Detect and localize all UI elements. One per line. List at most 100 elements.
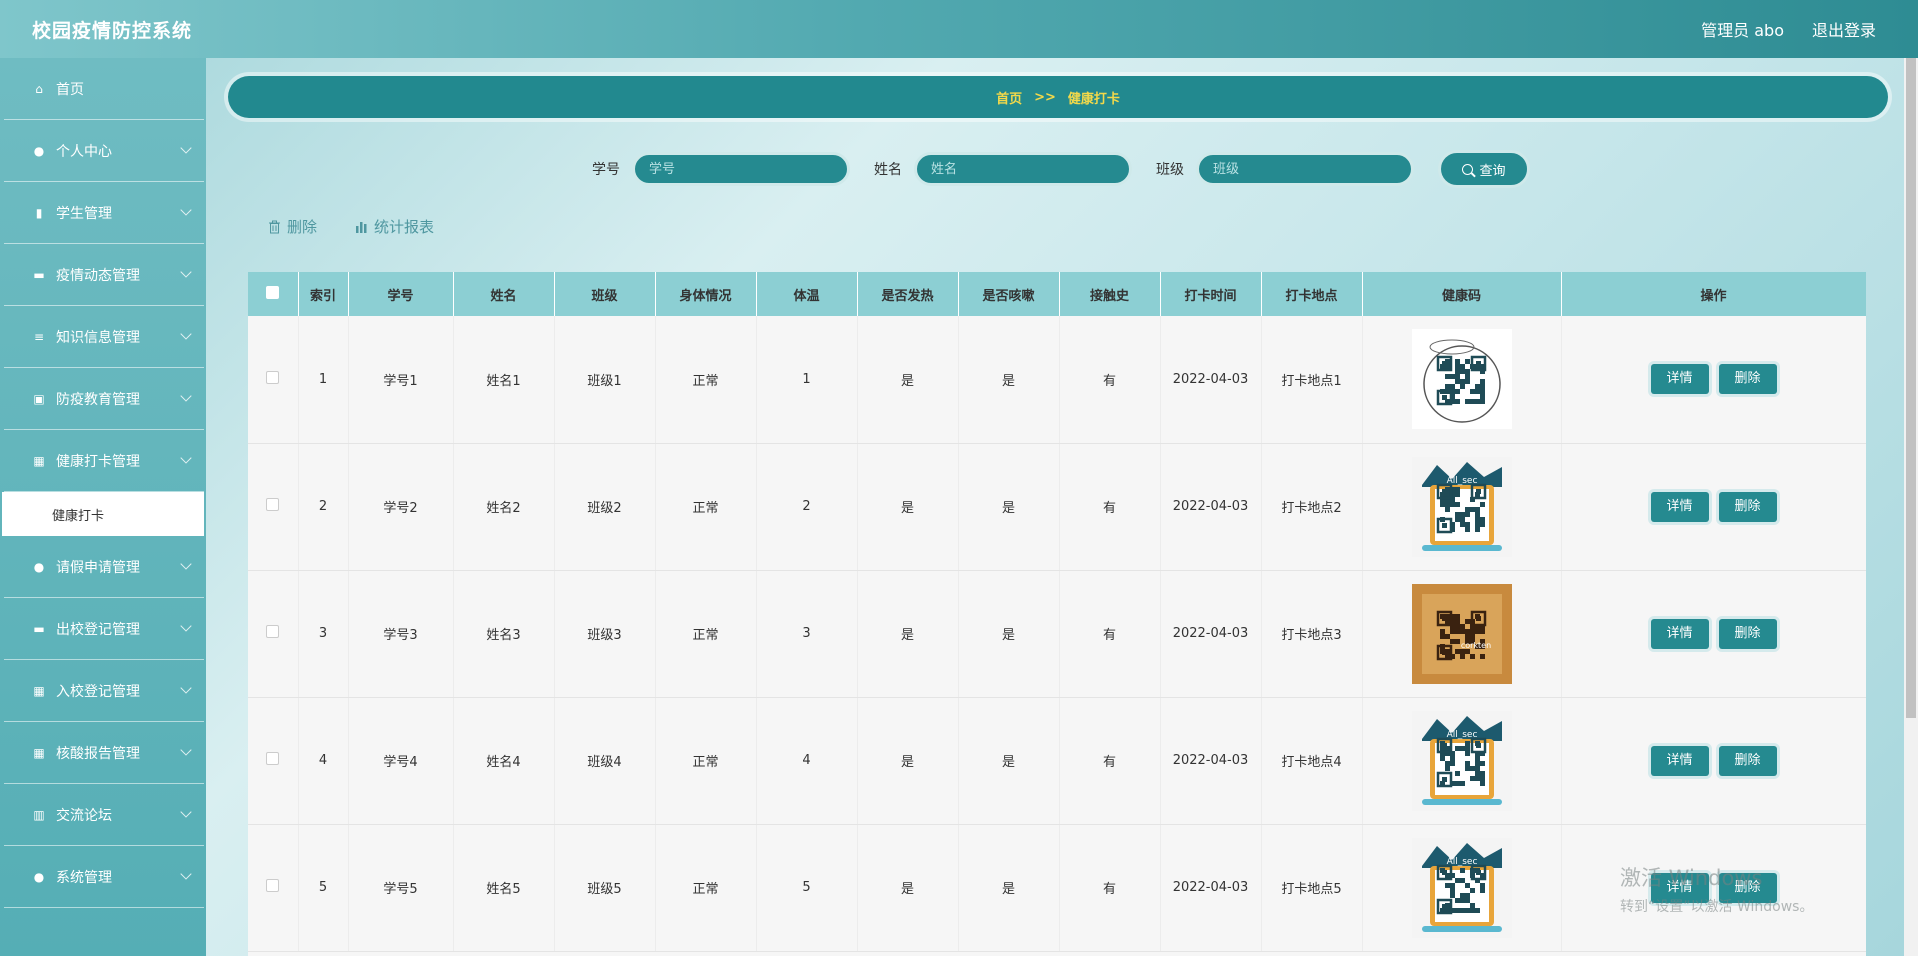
row-delete-button[interactable]: 删除	[1718, 491, 1777, 522]
class-input[interactable]	[1196, 152, 1414, 186]
sidebar-item[interactable]: ▣ 防疫教育管理	[4, 368, 204, 430]
row-select-cell[interactable]	[248, 316, 299, 444]
chevron-down-icon	[180, 266, 192, 278]
cell-cls: 班级3	[554, 570, 656, 698]
sidebar-item[interactable]: ⌂ 首页	[4, 58, 204, 120]
sidebar-item-label: 首页	[56, 81, 84, 98]
sidebar-item-label: 交流论坛	[56, 807, 112, 824]
list-icon: ≡	[33, 329, 45, 344]
cell-operations: 详情 删除	[1561, 316, 1866, 444]
sidebar-item-label: 健康打卡管理	[56, 453, 140, 470]
main-content: 首页 >> 健康打卡 学号 姓名 班级 查询 删除	[206, 58, 1906, 956]
column-header: 是否咳嗽	[958, 272, 1060, 316]
page-scrollbar[interactable]	[1904, 58, 1918, 956]
row-checkbox[interactable]	[266, 498, 280, 511]
sidebar-item[interactable]: ▬ 出校登记管理	[4, 598, 204, 660]
detail-button[interactable]: 详情	[1650, 364, 1709, 395]
delete-label: 删除	[287, 218, 318, 236]
watermark-line2: 转到“设置”以激活 Windows。	[1620, 899, 1814, 915]
sidebar-item[interactable]: ▦ 入校登记管理	[4, 660, 204, 722]
sidebar-subitem-health-checkin[interactable]: 健康打卡	[2, 492, 204, 536]
cell-health-code: All_sec	[1362, 443, 1562, 571]
sidebar-item-label: 出校登记管理	[56, 621, 140, 638]
sidebar-item[interactable]: ▮ 学生管理	[4, 182, 204, 244]
sidebar-item[interactable]: ● 个人中心	[4, 120, 204, 182]
sidebar-item-label: 系统管理	[56, 869, 112, 886]
chevron-down-icon	[180, 682, 192, 694]
row-select-cell[interactable]	[248, 697, 299, 825]
sidebar-item[interactable]: ● 系统管理	[4, 846, 204, 908]
student-id-input[interactable]	[632, 152, 850, 186]
cell-contact: 有	[1059, 697, 1161, 825]
sidebar-item[interactable]: ▦ 健康打卡管理	[4, 430, 204, 492]
cell-health-code: corkten	[1362, 570, 1562, 698]
cell-time: 2022-04-03	[1160, 570, 1262, 698]
row-delete-button[interactable]: 删除	[1718, 745, 1777, 776]
statistics-report-label: 统计报表	[374, 218, 435, 236]
sidebar-item[interactable]: ▥ 交流论坛	[4, 784, 204, 846]
svg-text:All_sec: All_sec	[1446, 730, 1477, 740]
user-icon: ●	[33, 143, 45, 158]
detail-button[interactable]: 详情	[1650, 491, 1709, 522]
row-select-cell[interactable]	[248, 824, 299, 952]
sidebar-item-label: 疫情动态管理	[56, 267, 140, 284]
statistics-report-button[interactable]: 统计报表	[355, 216, 434, 237]
delete-button[interactable]: 删除	[268, 216, 317, 237]
cell-name: 姓名1	[453, 316, 555, 444]
cell-fever: 是	[857, 570, 959, 698]
chat-icon: ▬	[33, 621, 45, 636]
cell-name: 姓名2	[453, 443, 555, 571]
cell-place: 打卡地点5	[1261, 824, 1363, 952]
sidebar-item[interactable]: ▦ 核酸报告管理	[4, 722, 204, 784]
chevron-down-icon	[180, 452, 192, 464]
sidebar-item[interactable]: ● 请假申请管理	[4, 536, 204, 598]
column-header: 打卡地点	[1261, 272, 1363, 316]
sidebar-item-label: 知识信息管理	[56, 329, 140, 346]
cell-index: 5	[298, 824, 349, 952]
cell-contact: 有	[1059, 316, 1161, 444]
table-header-row: 索引 学号 姓名 班级 身体情况 体温 是否发热 是否咳嗽 接触史 打卡时间 打卡地点 健康码 操作	[248, 272, 1866, 316]
app-title: 校园疫情防控系统	[32, 19, 193, 42]
column-header: 姓名	[453, 272, 555, 316]
row-delete-button[interactable]: 删除	[1718, 364, 1777, 395]
cell-place: 打卡地点3	[1261, 570, 1363, 698]
thumb-icon: ▮	[35, 205, 43, 220]
cell-place: 打卡地点2	[1261, 443, 1363, 571]
column-header: 身体情况	[655, 272, 757, 316]
logout-link[interactable]: 退出登录	[1812, 17, 1876, 41]
cell-sid: 学号3	[348, 570, 454, 698]
scrollbar-thumb[interactable]	[1906, 58, 1916, 718]
cell-time: 2022-04-03	[1160, 697, 1262, 825]
chevron-down-icon	[180, 204, 192, 216]
column-header: 学号	[348, 272, 454, 316]
cell-operations: 详情 删除	[1561, 697, 1866, 825]
cell-cls: 班级5	[554, 824, 656, 952]
detail-button[interactable]: 详情	[1650, 618, 1709, 649]
row-select-cell[interactable]	[248, 570, 299, 698]
data-table: 索引 学号 姓名 班级 身体情况 体温 是否发热 是否咳嗽 接触史 打卡时间 打卡地点 健康码 操作 1…	[248, 272, 1866, 956]
select-all-checkbox[interactable]	[266, 285, 280, 299]
row-checkbox[interactable]	[266, 879, 280, 892]
svg-text:corkten: corkten	[1460, 641, 1490, 650]
select-all-cell[interactable]	[248, 272, 299, 316]
sidebar: ⌂ 首页 ● 个人中心 ▮ 学生管理 ▬ 疫情动态管理 ≡ 知识信息管理 ▣ 防疫教育管理 ▦ 健康打卡管…	[0, 58, 206, 956]
cell-body: 正常	[655, 316, 757, 444]
row-delete-button[interactable]: 删除	[1718, 618, 1777, 649]
cell-index: 4	[298, 697, 349, 825]
windows-activation-watermark: 激活 Windows 转到“设置”以激活 Windows。	[1620, 862, 1813, 916]
sidebar-item[interactable]: ▬ 疫情动态管理	[4, 244, 204, 306]
user-label[interactable]: 管理员 abo	[1701, 17, 1784, 41]
row-checkbox[interactable]	[266, 752, 280, 765]
detail-button[interactable]: 详情	[1650, 745, 1709, 776]
row-checkbox[interactable]	[266, 370, 280, 384]
cell-contact: 有	[1059, 443, 1161, 571]
name-input[interactable]	[914, 152, 1132, 186]
chevron-down-icon	[180, 390, 192, 402]
cell-temp: 2	[756, 443, 858, 571]
row-select-cell[interactable]	[248, 443, 299, 571]
sidebar-item[interactable]: ≡ 知识信息管理	[4, 306, 204, 368]
name-label: 姓名	[874, 162, 902, 178]
search-button[interactable]: 查询	[1438, 150, 1530, 188]
row-checkbox[interactable]	[266, 625, 280, 638]
breadcrumb-home[interactable]: 首页	[996, 88, 1022, 107]
